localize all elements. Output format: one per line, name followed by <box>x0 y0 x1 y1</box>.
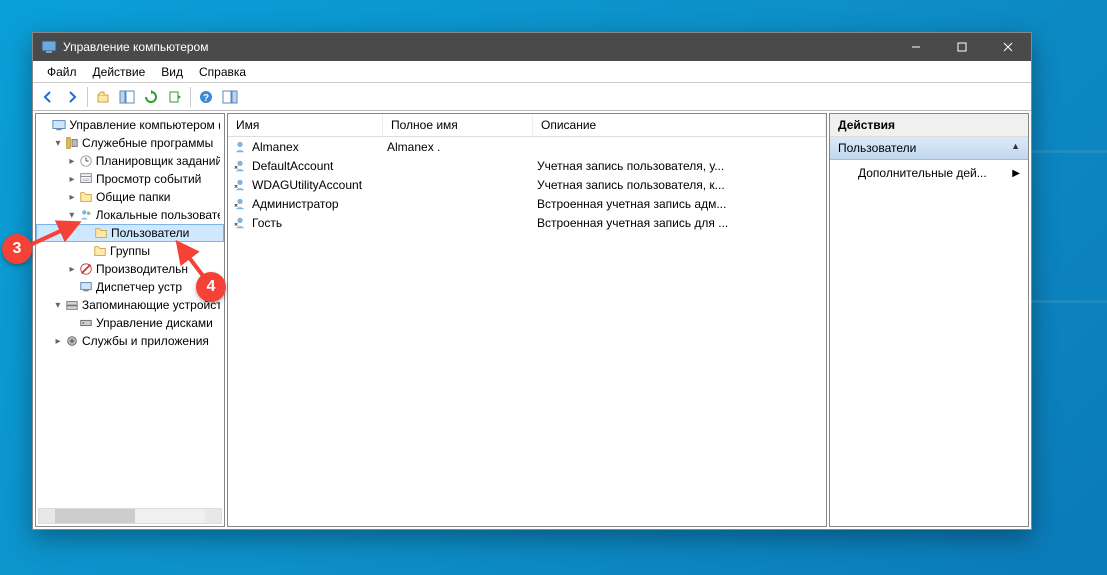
forward-button[interactable] <box>61 86 83 108</box>
menu-action[interactable]: Действие <box>85 63 154 81</box>
tree-system-tools[interactable]: ▾Служебные программы <box>36 134 224 152</box>
scroll-thumb[interactable] <box>55 509 135 523</box>
menu-help[interactable]: Справка <box>191 63 254 81</box>
toolbar: ? <box>33 83 1031 111</box>
column-description[interactable]: Описание <box>533 114 826 136</box>
column-fullname[interactable]: Полное имя <box>383 114 533 136</box>
separator <box>190 87 191 107</box>
actions-pane: Действия Пользователи ▲ Дополнительные д… <box>829 113 1029 527</box>
tree-shared-folders[interactable]: ▸Общие папки <box>36 188 224 206</box>
more-actions-link[interactable]: Дополнительные дей... ▶ <box>830 160 1028 186</box>
chevron-right-icon[interactable]: ▸ <box>66 174 78 185</box>
list-item[interactable]: Гость Встроенная учетная запись для ... <box>228 213 826 232</box>
horizontal-scrollbar[interactable] <box>38 508 222 524</box>
tree-services-apps[interactable]: ▸Службы и приложения <box>36 332 224 350</box>
scroll-left-icon[interactable] <box>39 509 55 523</box>
maximize-button[interactable] <box>939 33 985 61</box>
chevron-right-icon[interactable]: ▸ <box>66 264 78 275</box>
minimize-button[interactable] <box>893 33 939 61</box>
help-button[interactable]: ? <box>195 86 217 108</box>
more-actions-label: Дополнительные дей... <box>858 166 987 180</box>
scroll-right-icon[interactable] <box>205 509 221 523</box>
tree-pane: Управление компьютером (л ▾Служебные про… <box>35 113 225 527</box>
list-item[interactable]: Администратор Встроенная учетная запись … <box>228 194 826 213</box>
list-header: Имя Полное имя Описание <box>228 114 826 137</box>
chevron-down-icon[interactable]: ▾ <box>52 300 64 311</box>
separator <box>87 87 88 107</box>
actions-header: Действия <box>830 114 1028 137</box>
content-area: Управление компьютером (л ▾Служебные про… <box>33 111 1031 529</box>
show-hide-tree-button[interactable] <box>116 86 138 108</box>
chevron-right-icon[interactable]: ▸ <box>52 336 64 347</box>
user-icon <box>232 177 248 193</box>
chevron-right-icon[interactable]: ▸ <box>66 156 78 167</box>
list-body: Almanex Almanex . DefaultAccount Учетная… <box>228 137 826 232</box>
chevron-right-icon[interactable]: ▸ <box>66 192 78 203</box>
list-item[interactable]: Almanex Almanex . <box>228 137 826 156</box>
user-icon <box>232 139 248 155</box>
menu-view[interactable]: Вид <box>153 63 191 81</box>
tree-root-computer-mgmt[interactable]: Управление компьютером (л <box>36 116 224 134</box>
export-button[interactable] <box>164 86 186 108</box>
collapse-icon[interactable]: ▲ <box>1011 141 1020 155</box>
list-item[interactable]: DefaultAccount Учетная запись пользовате… <box>228 156 826 175</box>
menu-file[interactable]: Файл <box>39 63 85 81</box>
window-title: Управление компьютером <box>63 40 208 54</box>
chevron-right-icon: ▶ <box>1012 168 1020 179</box>
annotation-callout: 4 <box>196 272 226 302</box>
close-button[interactable] <box>985 33 1031 61</box>
user-icon <box>232 196 248 212</box>
column-name[interactable]: Имя <box>228 114 383 136</box>
title-bar[interactable]: Управление компьютером <box>33 33 1031 61</box>
tree-storage[interactable]: ▾Запоминающие устройст <box>36 296 224 314</box>
menu-bar: Файл Действие Вид Справка <box>33 61 1031 83</box>
refresh-button[interactable] <box>140 86 162 108</box>
annotation-callout: 3 <box>2 234 32 264</box>
user-icon <box>232 215 248 231</box>
list-item[interactable]: WDAGUtilityAccount Учетная запись пользо… <box>228 175 826 194</box>
app-icon <box>41 39 57 55</box>
tree-disk-management[interactable]: Управление дисками <box>36 314 224 332</box>
tree-task-scheduler[interactable]: ▸Планировщик заданий <box>36 152 224 170</box>
up-button[interactable] <box>92 86 114 108</box>
svg-text:?: ? <box>203 93 209 104</box>
back-button[interactable] <box>37 86 59 108</box>
list-pane: Имя Полное имя Описание Almanex Almanex … <box>227 113 827 527</box>
actions-section-label: Пользователи <box>838 141 916 155</box>
tree-event-viewer[interactable]: ▸Просмотр событий <box>36 170 224 188</box>
actions-section[interactable]: Пользователи ▲ <box>830 137 1028 160</box>
show-hide-action-pane-button[interactable] <box>219 86 241 108</box>
user-icon <box>232 158 248 174</box>
chevron-down-icon[interactable]: ▾ <box>52 138 64 149</box>
